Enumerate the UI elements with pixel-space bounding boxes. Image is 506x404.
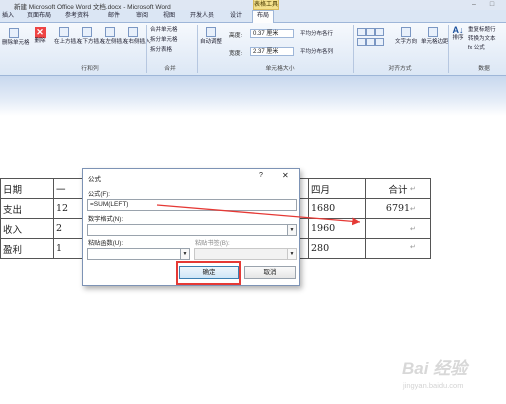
baidu-watermark-logo: Bai 经验 [402,359,468,378]
watermark-url: jingyan.baidu.com [403,381,464,390]
annotation-arrow [156,204,361,226]
